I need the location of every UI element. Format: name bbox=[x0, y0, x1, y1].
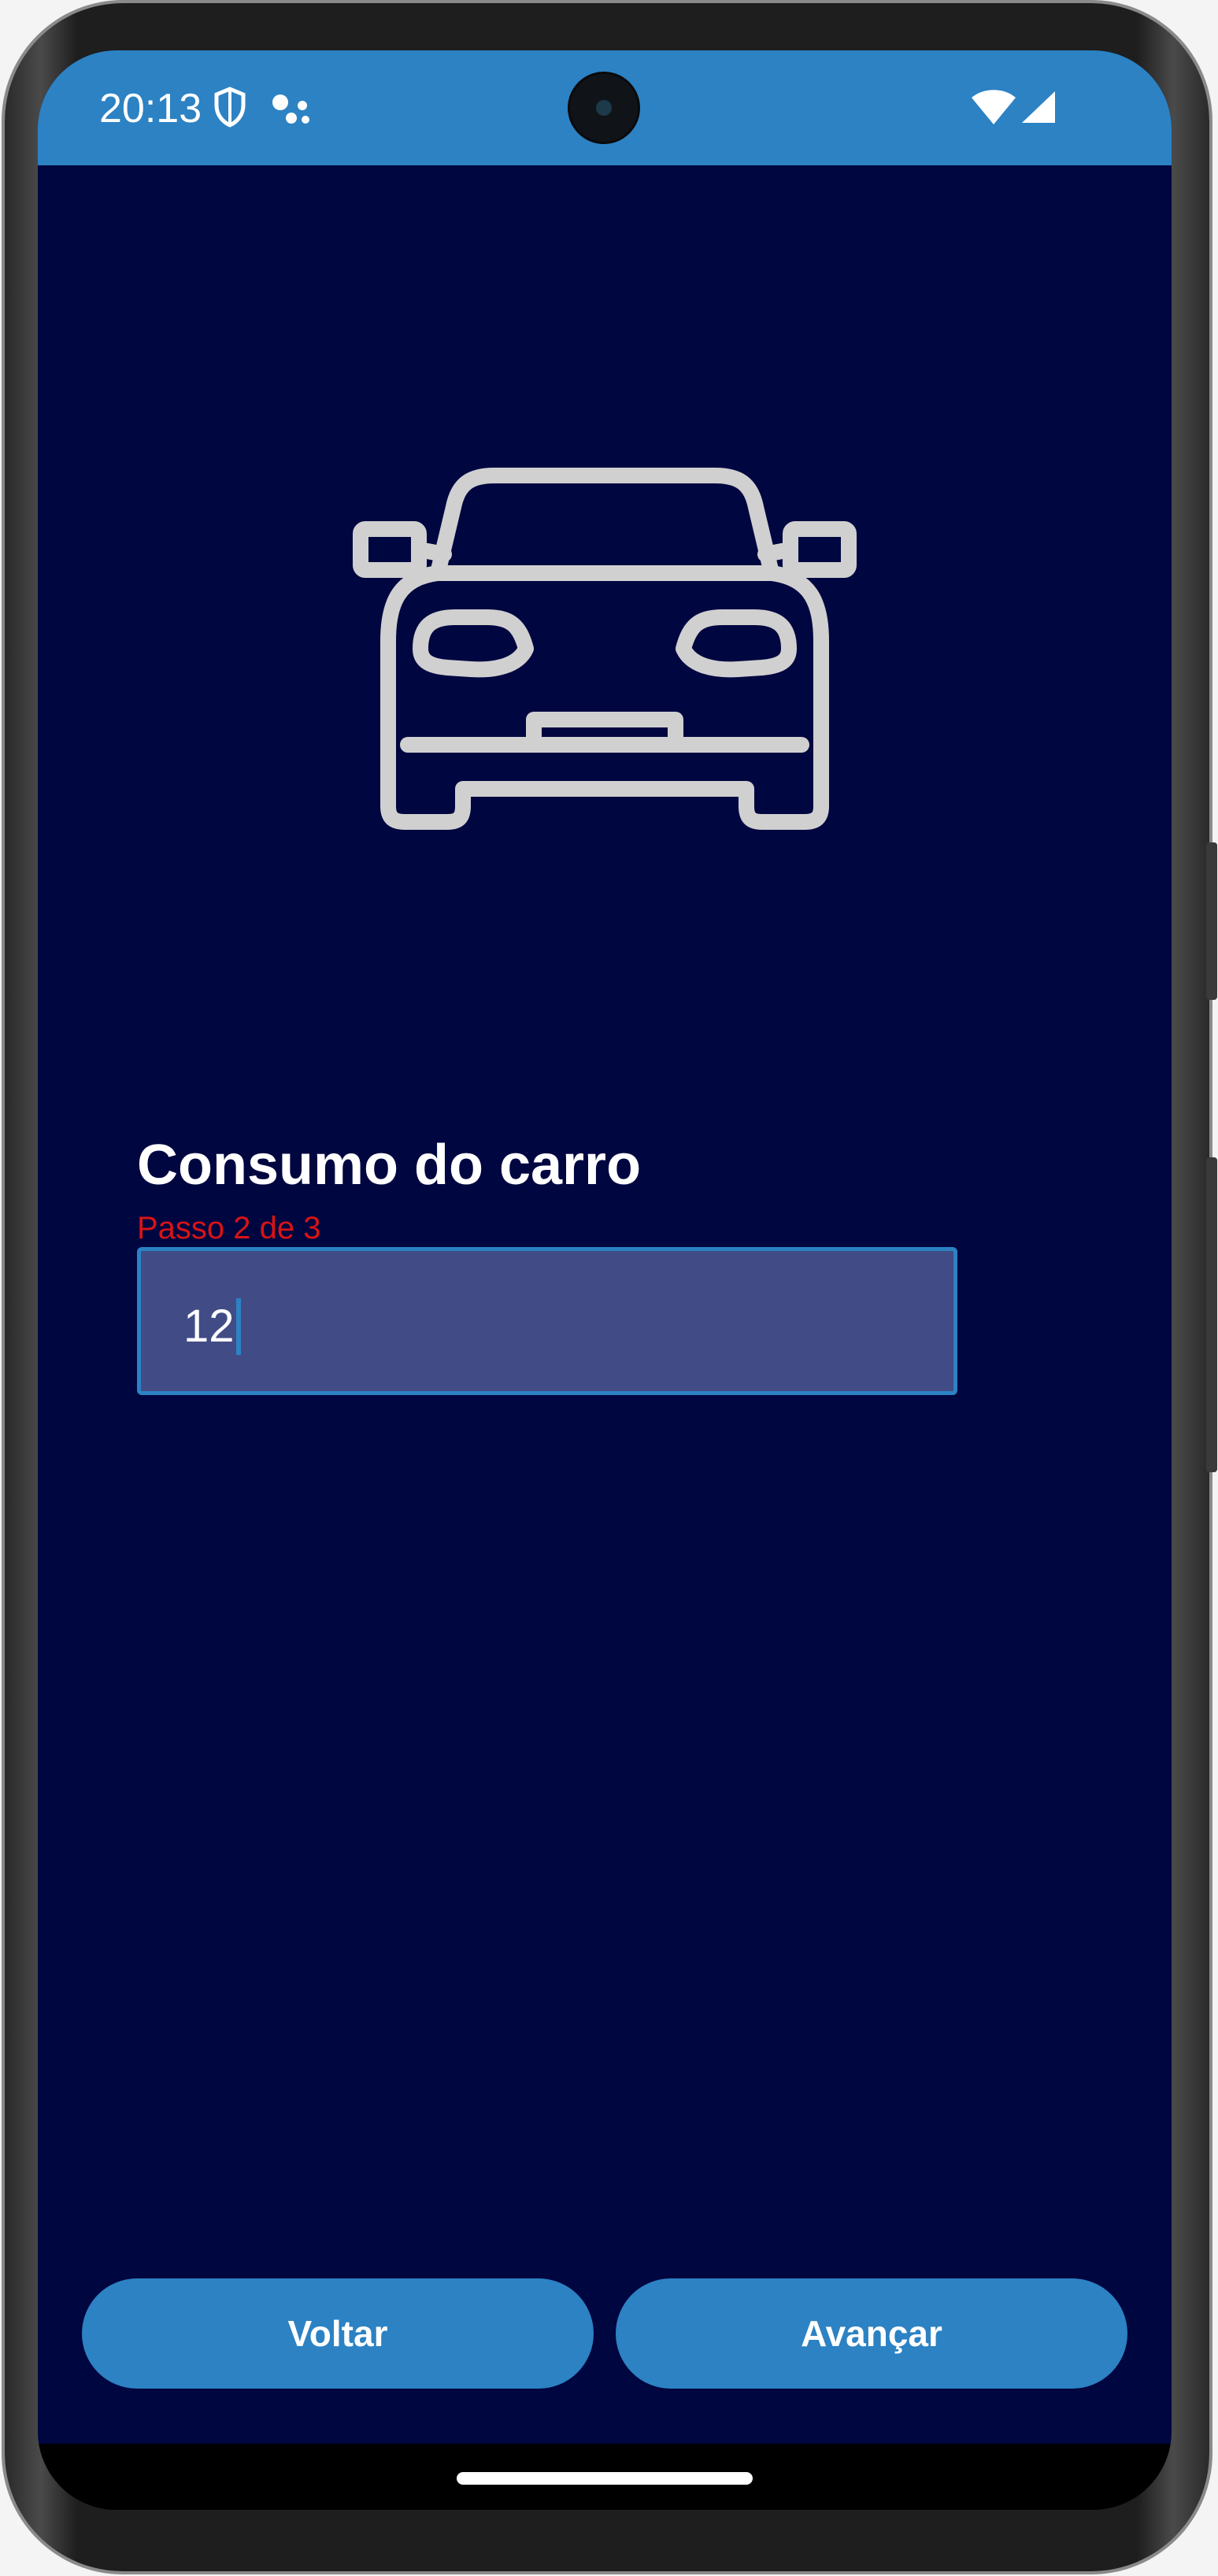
navigation-bar bbox=[38, 2444, 1172, 2510]
app-screen: 20:13 Consumo do carro Passo 2 de 3 12 V… bbox=[38, 50, 1172, 2510]
status-time: 20:13 bbox=[99, 86, 202, 131]
next-button[interactable]: Avançar bbox=[616, 2278, 1127, 2389]
step-indicator: Passo 2 de 3 bbox=[137, 1211, 321, 1245]
volume-button bbox=[1206, 842, 1217, 1000]
text-caret bbox=[235, 1298, 241, 1355]
shield-icon bbox=[213, 87, 247, 131]
device-frame: 20:13 Consumo do carro Passo 2 de 3 12 V… bbox=[0, 0, 1218, 2576]
back-button[interactable]: Voltar bbox=[82, 2278, 594, 2389]
power-button bbox=[1206, 1157, 1217, 1472]
camera-lens bbox=[596, 100, 612, 116]
consumption-input[interactable]: 12 bbox=[137, 1247, 957, 1395]
page-title: Consumo do carro bbox=[137, 1134, 642, 1197]
signal-icon bbox=[1020, 90, 1057, 128]
wifi-icon bbox=[971, 90, 1016, 130]
assistant-dots-icon bbox=[271, 91, 312, 130]
consumption-input-value: 12 bbox=[183, 1301, 235, 1352]
front-camera bbox=[570, 74, 638, 142]
home-indicator[interactable] bbox=[457, 2472, 753, 2485]
consumption-input-value-wrapper: 12 bbox=[183, 1298, 241, 1355]
status-bar: 20:13 bbox=[38, 50, 1172, 165]
car-icon bbox=[353, 460, 857, 838]
